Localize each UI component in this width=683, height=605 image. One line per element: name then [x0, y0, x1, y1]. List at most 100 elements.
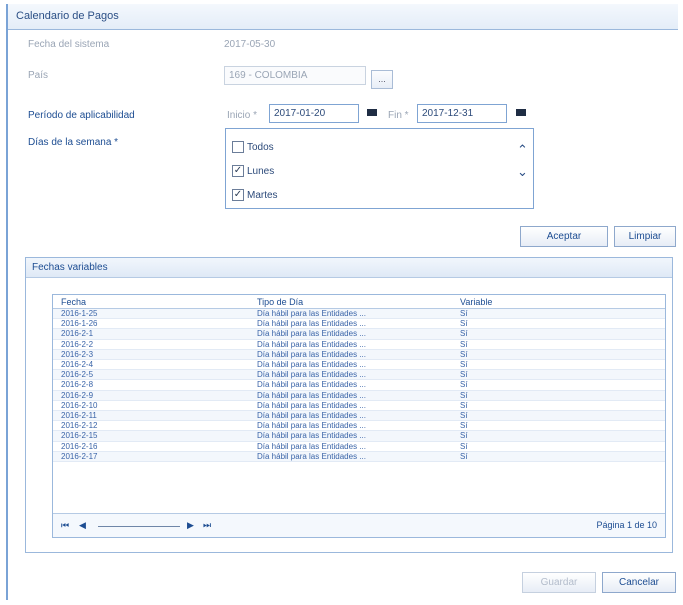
table-row[interactable]: 2016-1-25 Día hábil para las Entidades ..…	[53, 309, 665, 320]
table-row[interactable]: 2016-2-4 Día hábil para las Entidades ...…	[53, 360, 665, 371]
fechas-variables-panel: Fechas variables Fecha Tipo de Día Varia…	[25, 257, 673, 553]
cell-tipo: Día hábil para las Entidades ...	[257, 431, 366, 441]
checkbox-checked-icon[interactable]: ✓	[232, 165, 244, 177]
cell-fecha: 2016-2-11	[61, 411, 97, 420]
chevron-down-icon[interactable]: ⌄	[517, 161, 529, 183]
cell-fecha: 2016-2-12	[61, 421, 98, 431]
cell-variable: Sí	[460, 349, 468, 359]
cell-fecha: 2016-2-10	[61, 400, 98, 410]
table-row[interactable]: 2016-2-16 Día hábil para las Entidades ..…	[53, 442, 665, 452]
cell-tipo: Día hábil para las Entidades ...	[257, 390, 366, 400]
guardar-button[interactable]: Guardar	[522, 572, 596, 593]
pais-label: País	[28, 70, 49, 81]
page-slider[interactable]	[98, 526, 180, 527]
window-title: Calendario de Pagos	[8, 4, 678, 30]
cell-fecha: 2016-2-9	[61, 390, 94, 400]
cell-tipo: Día hábil para las Entidades ...	[257, 329, 366, 339]
cell-variable: Sí	[460, 411, 468, 420]
cell-fecha: 2016-2-4	[61, 360, 94, 369]
periodo-label: Período de aplicabilidad	[28, 110, 135, 121]
cell-variable: Sí	[460, 441, 468, 451]
cell-variable: Sí	[460, 421, 468, 431]
cell-tipo: Día hábil para las Entidades ...	[257, 339, 366, 349]
fin-date-input[interactable]: 2017-12-31	[417, 104, 507, 123]
cell-variable: Sí	[460, 319, 468, 329]
cell-tipo: Día hábil para las Entidades ...	[257, 441, 366, 451]
calendar-icon[interactable]	[367, 109, 377, 116]
cell-variable: Sí	[460, 329, 468, 339]
cancelar-button[interactable]: Cancelar	[602, 572, 676, 593]
table-row[interactable]: 2016-1-26 Día hábil para las Entidades ..…	[53, 319, 665, 330]
table-row[interactable]: 2016-2-17 Día hábil para las Entidades ..…	[53, 451, 665, 462]
cell-variable: Sí	[460, 431, 468, 441]
cell-tipo: Día hábil para las Entidades ...	[257, 309, 366, 318]
checkbox-unchecked-icon[interactable]	[232, 141, 244, 153]
table-row[interactable]: 2016-2-3 Día hábil para las Entidades ...…	[53, 349, 665, 360]
table-row[interactable]: 2016-2-10 Día hábil para las Entidades ..…	[53, 401, 665, 411]
chevron-up-icon[interactable]: ⌃	[517, 139, 529, 161]
last-page-icon[interactable]: ⏭	[203, 520, 211, 531]
page-indicator: Página 1 de 10	[596, 520, 657, 530]
cell-fecha: 2016-2-3	[61, 349, 94, 359]
grid-pager: ⏮ ◀ ▶ ⏭ Página 1 de 10	[53, 513, 665, 537]
dias-listbox[interactable]: Todos ✓ Lunes ✓ Martes ⌃ ⌄	[225, 128, 534, 209]
cell-fecha: 2016-2-17	[61, 451, 98, 461]
dia-label: Lunes	[247, 165, 275, 177]
cell-fecha: 2016-2-8	[61, 380, 94, 390]
cell-tipo: Día hábil para las Entidades ...	[257, 360, 366, 369]
column-header-tipo[interactable]: Tipo de Día	[257, 297, 303, 307]
cell-variable: Sí	[460, 339, 468, 349]
table-row[interactable]: 2016-2-12 Día hábil para las Entidades ..…	[53, 421, 665, 432]
cell-tipo: Día hábil para las Entidades ...	[257, 400, 366, 410]
table-row[interactable]: 2016-2-15 Día hábil para las Entidades ..…	[53, 431, 665, 442]
cell-tipo: Día hábil para las Entidades ...	[257, 349, 366, 359]
cell-variable: Sí	[460, 451, 468, 461]
calendario-window: Calendario de Pagos Fecha del sistema 20…	[6, 4, 678, 600]
limpiar-button[interactable]: Limpiar	[614, 226, 676, 247]
dia-label: Todos	[247, 141, 274, 153]
cell-fecha: 2016-1-26	[61, 319, 98, 329]
dias-scrollbar[interactable]: ⌃ ⌄	[517, 139, 529, 183]
column-header-variable[interactable]: Variable	[460, 297, 492, 307]
panel-title: Fechas variables	[26, 258, 672, 278]
cell-tipo: Día hábil para las Entidades ...	[257, 451, 366, 461]
table-row[interactable]: 2016-2-8 Día hábil para las Entidades ...…	[53, 380, 665, 391]
cell-tipo: Día hábil para las Entidades ...	[257, 421, 366, 431]
first-page-icon[interactable]: ⏮	[61, 520, 69, 531]
cell-variable: Sí	[460, 309, 468, 318]
cell-fecha: 2016-2-5	[61, 370, 94, 380]
dia-todos-option[interactable]: Todos	[232, 137, 274, 157]
cell-variable: Sí	[460, 370, 468, 380]
inicio-date-input[interactable]: 2017-01-20	[269, 104, 359, 123]
cell-fecha: 2016-1-25	[61, 309, 98, 318]
cell-variable: Sí	[460, 360, 468, 369]
table-row[interactable]: 2016-2-11 Día hábil para las Entidades ..…	[53, 411, 665, 422]
fecha-sistema-value: 2017-05-30	[224, 39, 276, 50]
dias-label: Días de la semana *	[28, 137, 119, 148]
table-row[interactable]: 2016-2-2 Día hábil para las Entidades ...…	[53, 340, 665, 350]
grid-header: Fecha Tipo de Día Variable	[53, 295, 665, 309]
cell-variable: Sí	[460, 390, 468, 400]
cell-fecha: 2016-2-2	[61, 339, 94, 349]
cell-tipo: Día hábil para las Entidades ...	[257, 411, 366, 420]
column-header-fecha[interactable]: Fecha	[61, 297, 86, 307]
pais-field: 169 - COLOMBIA	[224, 66, 366, 85]
cell-fecha: 2016-2-15	[61, 431, 98, 441]
fecha-sistema-label: Fecha del sistema	[28, 39, 110, 50]
table-row[interactable]: 2016-2-9 Día hábil para las Entidades ...…	[53, 390, 665, 401]
table-row[interactable]: 2016-2-1 Día hábil para las Entidades ...…	[53, 329, 665, 340]
cell-variable: Sí	[460, 380, 468, 390]
next-page-icon[interactable]: ▶	[187, 520, 194, 531]
checkbox-checked-icon[interactable]: ✓	[232, 189, 244, 201]
dia-label: Martes	[247, 189, 278, 201]
calendar-icon[interactable]	[516, 109, 526, 116]
table-row[interactable]: 2016-2-5 Día hábil para las Entidades ...…	[53, 370, 665, 381]
dia-martes-option[interactable]: ✓ Martes	[232, 185, 278, 205]
aceptar-button[interactable]: Aceptar	[520, 226, 608, 247]
cell-tipo: Día hábil para las Entidades ...	[257, 319, 366, 329]
cell-tipo: Día hábil para las Entidades ...	[257, 380, 366, 390]
dia-lunes-option[interactable]: ✓ Lunes	[232, 161, 274, 181]
inicio-label: Inicio *	[227, 110, 258, 121]
pais-lookup-button[interactable]: ...	[371, 70, 393, 89]
prev-page-icon[interactable]: ◀	[79, 520, 86, 531]
